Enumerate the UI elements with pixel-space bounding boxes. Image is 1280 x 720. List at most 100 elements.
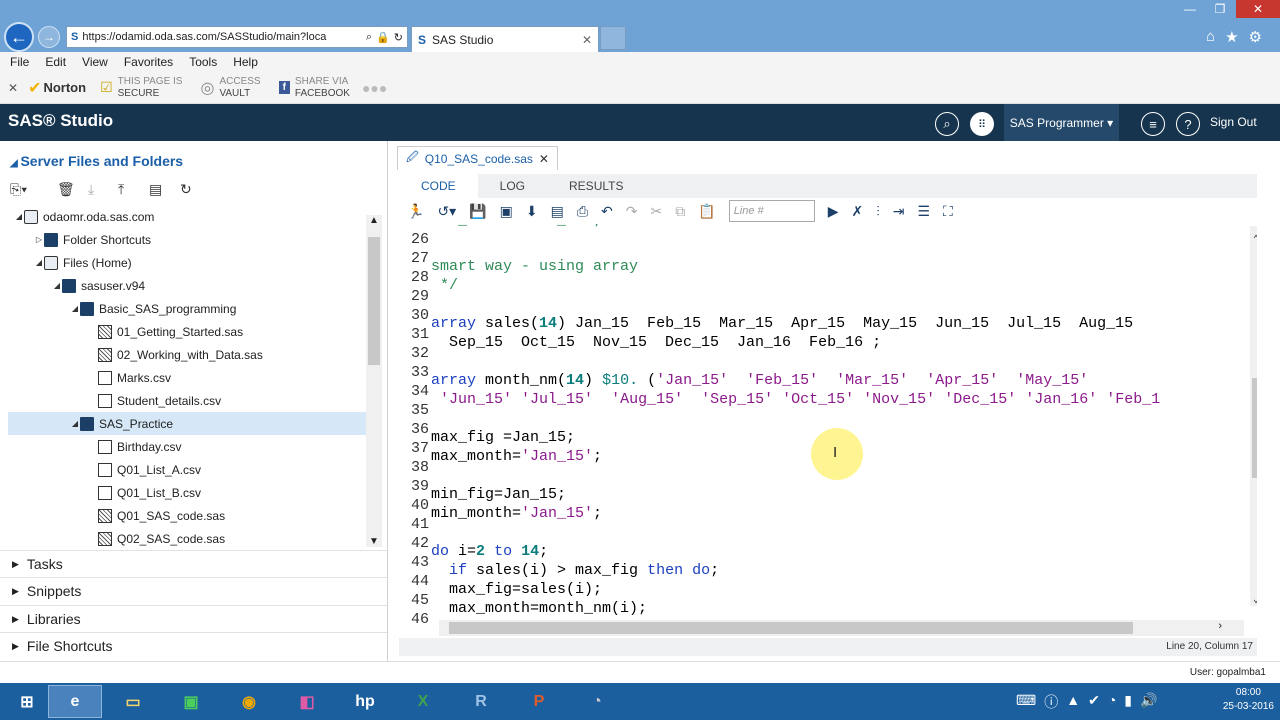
scroll-thumb[interactable] [1252,378,1257,478]
search-icon[interactable]: ⌕ [935,112,959,136]
editor-scrollbar[interactable]: ⌃ ⌄ [1250,226,1257,606]
store-icon[interactable]: ▣ [164,685,218,718]
new-tab-button[interactable] [600,26,626,50]
tree-item[interactable]: Marks.csv [8,366,366,389]
norton-logo[interactable]: Norton [43,80,86,95]
email-icon[interactable]: ▤ [551,203,564,220]
tree-toggle-icon[interactable]: ◢ [34,258,44,267]
tab-log[interactable]: LOG [478,174,547,198]
section-tasks[interactable]: ▶ Tasks [0,550,387,577]
go-to-line-icon[interactable]: ▶ [828,203,839,220]
sign-out-link[interactable]: Sign Out [1210,115,1257,129]
share-facebook-link[interactable]: SHARE VIA FACEBOOK [295,76,350,100]
tree-item[interactable]: Birthday.csv [8,435,366,458]
maximize-icon[interactable]: ⛶ [943,203,953,220]
help-circle-icon[interactable]: ⓘ [1044,692,1058,712]
tab-results[interactable]: RESULTS [547,174,645,198]
scroll-down-icon[interactable]: ▼ [369,536,379,547]
tree-item[interactable]: ◢ SAS_Practice [8,412,366,435]
history-icon[interactable]: ↺▾ [437,203,456,220]
menu-favorites[interactable]: Favorites [124,55,173,69]
secure-status[interactable]: THIS PAGE IS SECURE [118,76,183,100]
wifi-icon[interactable]: ◔ [1108,692,1116,712]
close-program-icon[interactable]: ✕ [539,152,549,166]
menu-tools[interactable]: Tools [189,55,217,69]
editor-hscrollbar[interactable]: › [439,620,1244,636]
tree-item[interactable]: Q02_SAS_code.sas [8,527,366,550]
copy-icon[interactable]: ⧉ [675,203,685,220]
gauge-app-icon[interactable]: ◔ [570,685,624,718]
insert-icon[interactable]: ⇥ [893,203,905,220]
tray-up-icon[interactable]: ▲ [1066,692,1080,712]
tree-toggle-icon[interactable]: ◢ [14,212,24,221]
scroll-up-icon[interactable]: ⌃ [1253,234,1257,246]
run-icon[interactable]: 🏃 [407,203,424,220]
clear-icon[interactable]: ✗ [851,203,863,220]
download-icon[interactable]: ⬇ [526,203,538,220]
tree-toggle-icon[interactable]: ◢ [70,304,80,313]
hscroll-thumb[interactable] [449,622,1133,634]
restore-icon[interactable]: ❐ [1206,0,1234,18]
vault-link[interactable]: ACCESS VAULT [219,76,260,100]
upload-icon[interactable]: ⤒ [118,181,124,198]
more-dots-icon[interactable]: ●●● [362,80,387,96]
tree-item[interactable]: ◢ sasuser.v94 [8,274,366,297]
hp-icon[interactable]: hp [338,685,392,718]
tree-toggle-icon[interactable]: ◢ [70,419,80,428]
r-icon[interactable]: R [454,685,508,718]
tree-item[interactable]: 01_Getting_Started.sas [8,320,366,343]
scroll-right-icon[interactable]: › [1218,620,1222,632]
section-file-shortcuts[interactable]: ▶ File Shortcuts [0,632,387,659]
paste-icon[interactable]: 📋 [698,203,715,220]
code-editor[interactable]: 26 27 28 29 30 31 32 33 34 35 36 37 38 39 40 41 42 43 44 45… [399,224,1257,626]
print-icon[interactable]: ⎙ [577,203,588,220]
scroll-up-icon[interactable]: ▲ [369,215,379,226]
volume-icon[interactable]: 🔊 [1140,692,1157,712]
file-explorer-icon[interactable]: ▭ [106,685,160,718]
favorites-star-icon[interactable]: ★ [1225,28,1238,46]
download-icon[interactable]: ⤓ [88,181,94,198]
settings-gear-icon[interactable]: ⚙ [1249,28,1262,46]
keyboard-icon[interactable]: ⌨ [1016,692,1036,712]
section-libraries[interactable]: ▶ Libraries [0,605,387,632]
tree-item[interactable]: Q01_SAS_code.sas [8,504,366,527]
save-as-icon[interactable]: ▣ [500,203,513,220]
role-menu[interactable]: SAS Programmer ▾ [1004,104,1119,141]
menu-view[interactable]: View [82,55,108,69]
undo-icon[interactable]: ↶ [601,203,613,220]
tree-item[interactable]: Q01_List_A.csv [8,458,366,481]
tree-toggle-icon[interactable]: ◢ [52,281,62,290]
network-icon[interactable]: ✔ [1088,692,1100,712]
tab-code[interactable]: CODE [399,174,478,198]
back-button[interactable]: ← [4,22,34,52]
refresh-icon[interactable]: ↻ [180,181,192,198]
menu-lines-icon[interactable]: ≡ [1141,112,1165,136]
refresh-icon[interactable]: ↻ [394,31,403,44]
tree-item[interactable]: Student_details.csv [8,389,366,412]
list-icon[interactable]: ☰ [917,203,930,220]
start-button[interactable]: ⊞ [0,685,54,718]
line-number-input[interactable]: Line # [728,200,815,222]
battery-icon[interactable]: ▮ [1124,692,1132,712]
close-toolbar-icon[interactable]: ✕ [8,81,18,95]
tree-item[interactable]: 02_Working_with_Data.sas [8,343,366,366]
delete-icon[interactable]: 🗑 [57,181,75,198]
tree-toggle-icon[interactable]: ▷ [34,235,44,244]
program-tab[interactable]: 🖉 Q10_SAS_code.sas ✕ [397,146,558,170]
section-snippets[interactable]: ▶ Snippets [0,577,387,604]
powerpoint-icon[interactable]: P [512,685,566,718]
media-player-icon[interactable]: ◉ [222,685,276,718]
help-icon[interactable]: ? [1176,112,1200,136]
redo-icon[interactable]: ↷ [626,203,638,220]
forward-button[interactable]: → [38,26,60,48]
pane-title[interactable]: ◢ Server Files and Folders [10,153,183,169]
excel-icon[interactable]: X [396,685,450,718]
tree-scrollbar[interactable]: ▲ ▼ [366,215,382,547]
scroll-down-icon[interactable]: ⌄ [1253,594,1257,606]
internet-explorer-icon[interactable]: e [48,685,102,718]
save-icon[interactable]: 💾 [469,203,486,220]
menu-file[interactable]: File [10,55,29,69]
menu-edit[interactable]: Edit [45,55,66,69]
scroll-thumb[interactable] [368,237,380,365]
cut-icon[interactable]: ✂ [651,203,663,220]
